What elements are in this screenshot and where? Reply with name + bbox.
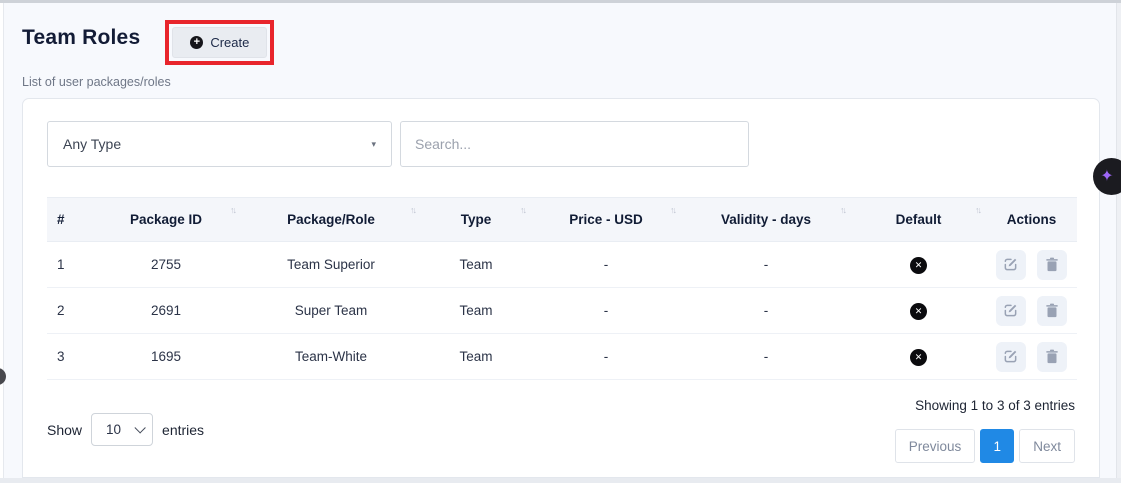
table-row: 2 2691 Super Team Team - - ✕	[47, 288, 1077, 334]
column-header-validity[interactable]: Validity - days ↑↓	[681, 198, 851, 242]
sort-icon: ↑↓	[670, 205, 675, 215]
pagination: Previous 1 Next	[895, 429, 1075, 463]
x-circle-icon: ✕	[910, 303, 927, 320]
page-size-group: Show 10 entries	[47, 394, 204, 463]
edit-icon	[1003, 349, 1018, 364]
entries-summary: Showing 1 to 3 of 3 entries	[895, 394, 1075, 413]
cell-type: Team	[421, 288, 531, 334]
x-circle-icon: ✕	[910, 257, 927, 274]
cell-package-role: Team Superior	[241, 242, 421, 288]
trash-icon	[1045, 349, 1059, 364]
column-header-package-id[interactable]: Package ID ↑↓	[91, 198, 241, 242]
table-row: 3 1695 Team-White Team - - ✕	[47, 334, 1077, 380]
delete-button[interactable]	[1037, 250, 1067, 280]
column-header-price[interactable]: Price - USD ↑↓	[531, 198, 681, 242]
table-header-row: # Package ID ↑↓ Package/Role ↑↓ Type ↑↓ …	[47, 198, 1077, 242]
window-left-edge	[0, 0, 4, 483]
cell-num: 1	[47, 242, 91, 288]
page-subtitle: List of user packages/roles	[0, 65, 1121, 89]
cell-package-id: 2755	[91, 242, 241, 288]
window-bottom-border	[0, 478, 1121, 483]
cell-package-id: 2691	[91, 288, 241, 334]
cell-package-role: Super Team	[241, 288, 421, 334]
page-1-button[interactable]: 1	[980, 429, 1014, 463]
cell-type: Team	[421, 242, 531, 288]
window-top-border	[0, 0, 1121, 3]
cell-default: ✕	[851, 334, 986, 380]
cell-price: -	[531, 242, 681, 288]
column-header-actions: Actions	[986, 198, 1077, 242]
red-annotation-box: + Create	[165, 20, 274, 65]
entries-label: entries	[162, 422, 204, 438]
cell-type: Team	[421, 334, 531, 380]
filter-bar: Any Type ▾	[47, 121, 1075, 167]
edit-button[interactable]	[996, 250, 1026, 280]
table-row: 1 2755 Team Superior Team - - ✕	[47, 242, 1077, 288]
trash-icon	[1045, 303, 1059, 318]
caret-down-icon: ▾	[371, 139, 376, 150]
sparkle-icon: ✦	[1100, 169, 1113, 185]
cell-validity: -	[681, 242, 851, 288]
chevron-down-icon	[134, 422, 145, 433]
column-header-package-role[interactable]: Package/Role ↑↓	[241, 198, 421, 242]
cell-actions	[986, 242, 1077, 288]
edit-icon	[1003, 257, 1018, 272]
scrollbar-track[interactable]	[1116, 3, 1121, 478]
edit-icon	[1003, 303, 1018, 318]
roles-table: # Package ID ↑↓ Package/Role ↑↓ Type ↑↓ …	[47, 197, 1077, 380]
pagination-group: Showing 1 to 3 of 3 entries Previous 1 N…	[895, 394, 1075, 463]
sort-icon: ↑↓	[410, 205, 415, 215]
cell-package-id: 1695	[91, 334, 241, 380]
trash-icon	[1045, 257, 1059, 272]
column-header-default[interactable]: Default ↑↓	[851, 198, 986, 242]
sort-icon: ↑↓	[520, 205, 525, 215]
previous-page-button[interactable]: Previous	[895, 429, 976, 463]
plus-circle-icon: +	[190, 36, 203, 49]
create-button[interactable]: + Create	[172, 27, 267, 58]
left-edge-widget[interactable]	[0, 368, 6, 385]
page-size-select[interactable]: 10	[91, 413, 153, 446]
cell-validity: -	[681, 288, 851, 334]
cell-num: 3	[47, 334, 91, 380]
cell-actions	[986, 288, 1077, 334]
page-header: Team Roles + Create	[0, 0, 1121, 65]
sort-icon: ↑↓	[975, 205, 980, 215]
next-page-button[interactable]: Next	[1019, 429, 1075, 463]
cell-validity: -	[681, 334, 851, 380]
cell-package-role: Team-White	[241, 334, 421, 380]
sort-icon: ↑↓	[230, 205, 235, 215]
page-size-value: 10	[106, 422, 121, 437]
cell-num: 2	[47, 288, 91, 334]
content-card: Any Type ▾ # Package ID ↑↓ Package/Role …	[22, 98, 1100, 478]
edit-button[interactable]	[996, 342, 1026, 372]
cell-actions	[986, 334, 1077, 380]
x-circle-icon: ✕	[910, 349, 927, 366]
type-filter-select[interactable]: Any Type ▾	[47, 121, 392, 167]
show-label: Show	[47, 422, 82, 438]
cell-price: -	[531, 288, 681, 334]
column-header-type[interactable]: Type ↑↓	[421, 198, 531, 242]
type-filter-value: Any Type	[63, 136, 121, 152]
create-button-label: Create	[210, 35, 249, 50]
table-footer: Show 10 entries Showing 1 to 3 of 3 entr…	[47, 394, 1075, 463]
column-header-num: #	[47, 198, 91, 242]
search-input[interactable]	[400, 121, 749, 167]
cell-price: -	[531, 334, 681, 380]
edit-button[interactable]	[996, 296, 1026, 326]
page-title: Team Roles	[22, 20, 140, 50]
cell-default: ✕	[851, 242, 986, 288]
cell-default: ✕	[851, 288, 986, 334]
sort-icon: ↑↓	[840, 205, 845, 215]
delete-button[interactable]	[1037, 296, 1067, 326]
delete-button[interactable]	[1037, 342, 1067, 372]
